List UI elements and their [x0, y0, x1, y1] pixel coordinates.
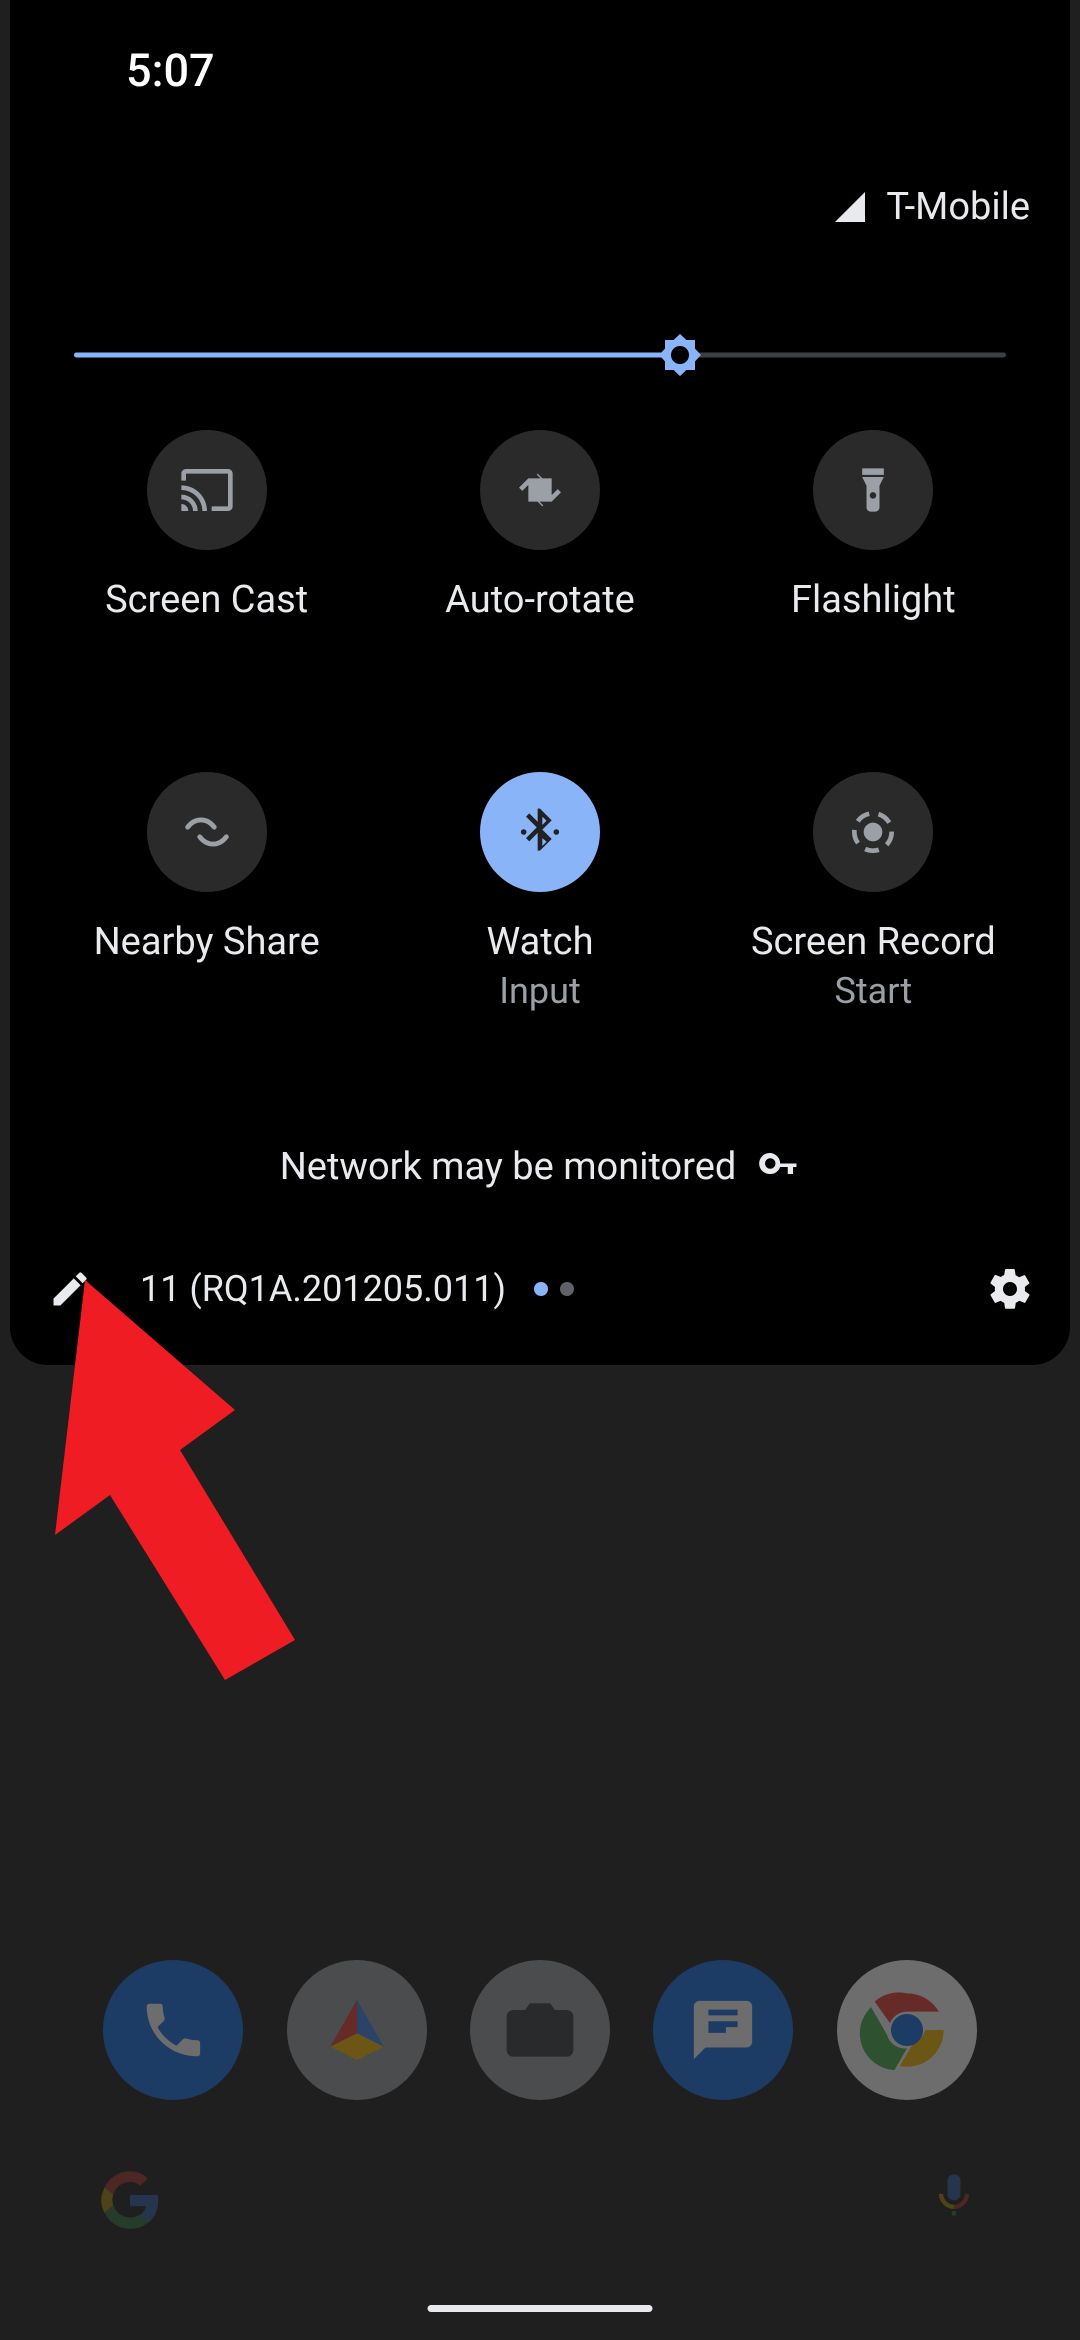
navigation-gesture-pill[interactable] — [428, 2305, 653, 2312]
dock-chrome-icon — [837, 1960, 977, 2100]
network-monitored-notice[interactable]: Network may be monitored — [10, 1145, 1070, 1189]
tile-screen-record-label: Screen Record — [751, 920, 996, 964]
tile-flashlight[interactable]: Flashlight — [707, 430, 1040, 622]
tile-screen-cast-button[interactable] — [147, 430, 267, 550]
brightness-thumb[interactable] — [656, 331, 704, 379]
dock-messages-icon — [653, 1960, 793, 2100]
dock-phone-icon — [103, 1960, 243, 2100]
home-search-bar-hint — [0, 2170, 1080, 2230]
tile-flashlight-label: Flashlight — [791, 578, 956, 622]
brightness-icon — [656, 331, 704, 379]
tile-bluetooth-sublabel: Input — [486, 970, 593, 1012]
pencil-icon — [48, 1267, 92, 1311]
page-dot-1 — [534, 1282, 548, 1296]
brightness-fill — [74, 353, 680, 358]
page-indicator — [534, 1282, 574, 1296]
cellular-signal-icon — [832, 189, 868, 225]
settings-button[interactable] — [980, 1265, 1040, 1313]
vpn-key-icon — [758, 1146, 800, 1188]
tile-bluetooth[interactable]: Watch Input — [373, 772, 706, 1012]
build-number-label[interactable]: 11 (RQ1A.201205.011) — [140, 1268, 506, 1310]
tile-screen-record-sublabel: Start — [751, 970, 996, 1012]
cast-icon — [179, 462, 235, 518]
tile-auto-rotate-button[interactable] — [480, 430, 600, 550]
qs-footer: 11 (RQ1A.201205.011) — [40, 1265, 1040, 1313]
carrier-label: T-Mobile — [886, 185, 1030, 229]
screen-record-icon — [845, 804, 901, 860]
tile-flashlight-button[interactable] — [813, 430, 933, 550]
edit-tiles-button[interactable] — [40, 1267, 100, 1311]
brightness-slider[interactable] — [74, 335, 1006, 375]
dock-maps-icon — [287, 1960, 427, 2100]
status-time: 5:07 — [126, 44, 215, 97]
tile-nearby-share-button[interactable] — [147, 772, 267, 892]
tile-auto-rotate[interactable]: Auto-rotate — [373, 430, 706, 622]
bluetooth-icon — [512, 804, 568, 860]
flashlight-icon — [847, 464, 899, 516]
tile-auto-rotate-label: Auto-rotate — [445, 578, 635, 622]
tile-screen-cast-label: Screen Cast — [105, 578, 308, 622]
tile-nearby-share[interactable]: Nearby Share — [40, 772, 373, 1012]
quick-settings-panel: 5:07 T-Mobile Screen Cast — [10, 0, 1070, 1365]
nearby-share-icon — [178, 803, 236, 861]
tile-bluetooth-button[interactable] — [480, 772, 600, 892]
tile-screen-record-button[interactable] — [813, 772, 933, 892]
tile-nearby-share-label: Nearby Share — [94, 920, 320, 964]
tile-bluetooth-label: Watch — [486, 920, 593, 964]
network-monitored-label: Network may be monitored — [280, 1145, 737, 1189]
google-g-icon — [100, 2170, 160, 2230]
gear-icon — [986, 1265, 1034, 1313]
tile-screen-cast[interactable]: Screen Cast — [40, 430, 373, 622]
dock-camera-icon — [470, 1960, 610, 2100]
auto-rotate-icon — [512, 462, 568, 518]
carrier-row: T-Mobile — [832, 185, 1030, 229]
page-dot-2 — [560, 1282, 574, 1296]
mic-icon — [928, 2170, 980, 2222]
quick-settings-tiles: Screen Cast Auto-rotate Flashlight — [40, 430, 1040, 1012]
home-dock — [0, 1960, 1080, 2100]
tile-screen-record[interactable]: Screen Record Start — [707, 772, 1040, 1012]
